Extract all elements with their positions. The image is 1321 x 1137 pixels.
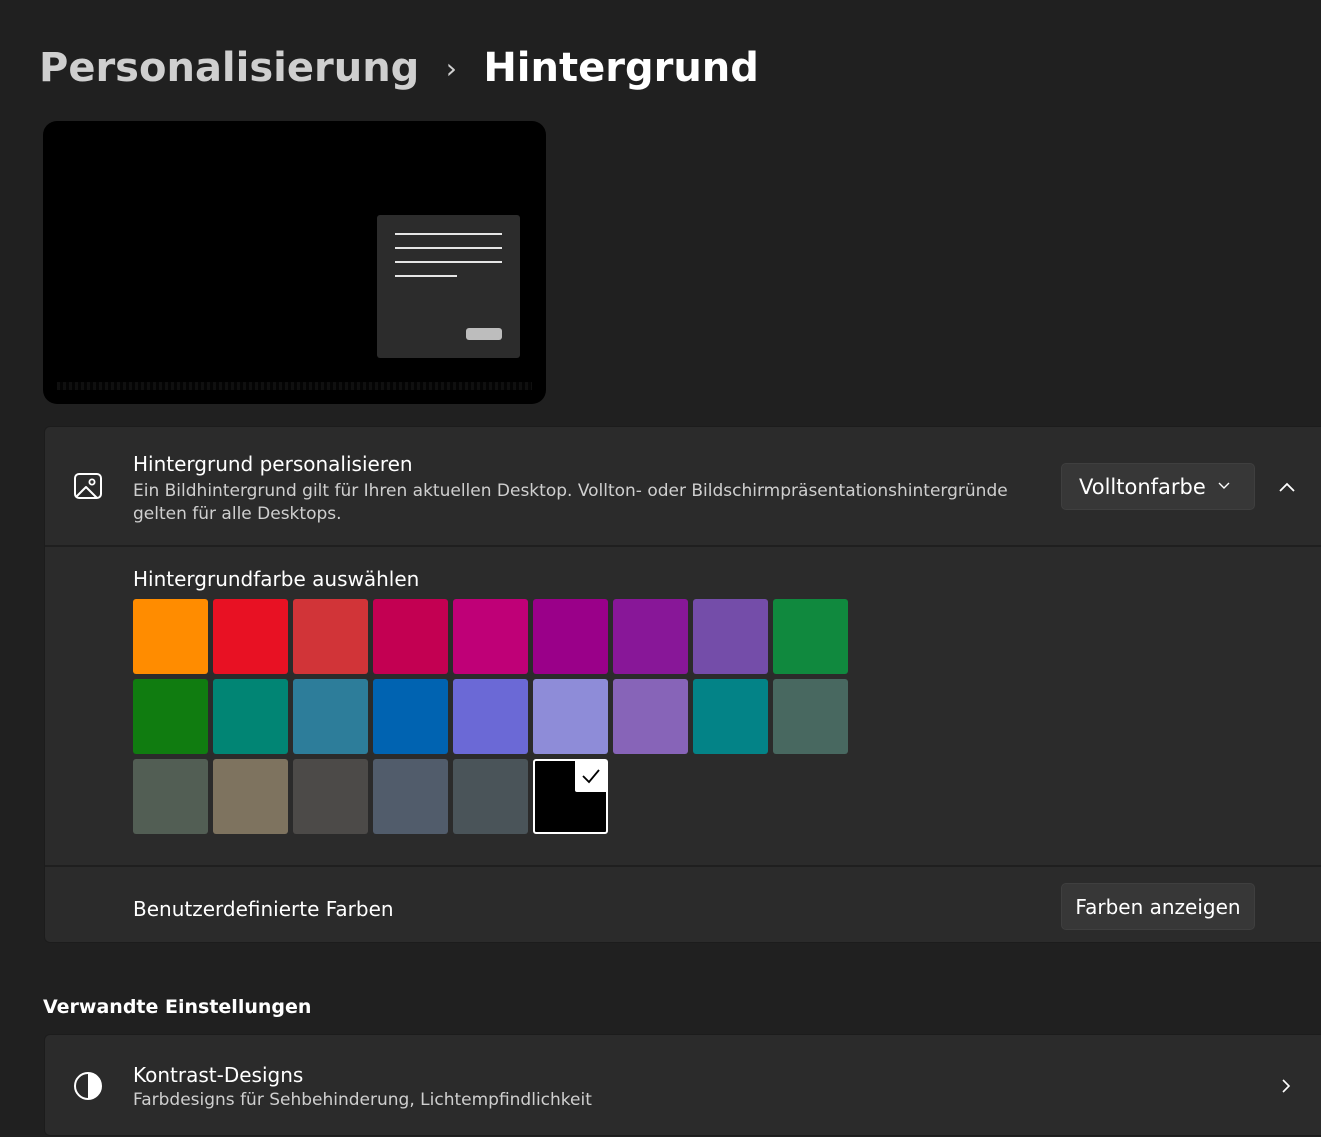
personalize-description: Ein Bildhintergrund gilt für Ihren aktue… — [133, 481, 1008, 524]
custom-colors-row: Benutzerdefinierte Farben Farben anzeige… — [45, 869, 1321, 944]
color-picker-title: Hintergrundfarbe auswählen — [133, 567, 420, 591]
color-swatch[interactable] — [133, 599, 208, 674]
color-swatch[interactable] — [773, 599, 848, 674]
contrast-designs-title: Kontrast-Designs — [133, 1063, 304, 1087]
contrast-icon — [74, 1072, 102, 1100]
color-swatch[interactable] — [373, 759, 448, 834]
color-swatch[interactable] — [133, 759, 208, 834]
personalize-title: Hintergrund personalisieren — [133, 452, 413, 476]
preview-taskbar — [57, 382, 532, 390]
color-swatch[interactable] — [213, 759, 288, 834]
custom-colors-label: Benutzerdefinierte Farben — [133, 897, 394, 921]
color-swatch-grid — [133, 599, 848, 834]
contrast-designs-description: Farbdesigns für Sehbehinderung, Lichtemp… — [133, 1090, 592, 1110]
preview-text-line — [395, 233, 502, 235]
desktop-preview — [43, 121, 546, 404]
related-settings-heading: Verwandte Einstellungen — [43, 996, 312, 1018]
background-color-section: Hintergrundfarbe auswählen — [45, 549, 1321, 867]
color-swatch[interactable] — [213, 679, 288, 754]
show-colors-button[interactable]: Farben anzeigen — [1061, 883, 1255, 930]
color-swatch[interactable] — [373, 679, 448, 754]
color-swatch[interactable] — [133, 679, 208, 754]
personalize-background-row[interactable]: Hintergrund personalisieren Ein Bildhint… — [45, 427, 1321, 547]
color-swatch[interactable] — [533, 599, 608, 674]
color-swatch[interactable] — [613, 679, 688, 754]
background-type-dropdown[interactable]: Volltonfarbe — [1061, 463, 1255, 510]
preview-button — [466, 328, 502, 340]
color-swatch[interactable] — [293, 679, 368, 754]
preview-text-line — [395, 261, 502, 263]
contrast-designs-row[interactable]: Kontrast-Designs Farbdesigns für Sehbehi… — [44, 1034, 1321, 1136]
color-swatch[interactable] — [373, 599, 448, 674]
breadcrumb: Personalisierung › Hintergrund — [39, 40, 759, 96]
color-swatch[interactable] — [533, 679, 608, 754]
color-swatch[interactable] — [293, 599, 368, 674]
color-swatch[interactable] — [693, 599, 768, 674]
preview-text-line — [395, 275, 457, 277]
image-icon — [74, 473, 102, 499]
color-swatch-selected[interactable] — [533, 759, 608, 834]
color-swatch[interactable] — [613, 599, 688, 674]
preview-window — [377, 215, 520, 358]
page-title: Hintergrund — [483, 45, 759, 91]
color-swatch[interactable] — [293, 759, 368, 834]
color-swatch[interactable] — [453, 679, 528, 754]
chevron-up-icon[interactable] — [1271, 471, 1303, 503]
breadcrumb-personalisierung[interactable]: Personalisierung — [39, 45, 419, 91]
breadcrumb-separator-icon: › — [445, 51, 457, 85]
chevron-right-icon — [1282, 1079, 1291, 1093]
color-swatch[interactable] — [453, 759, 528, 834]
checkmark-icon — [575, 760, 607, 792]
color-swatch[interactable] — [773, 679, 848, 754]
background-settings-card: Hintergrund personalisieren Ein Bildhint… — [44, 426, 1321, 943]
color-swatch[interactable] — [453, 599, 528, 674]
color-swatch[interactable] — [213, 599, 288, 674]
chevron-down-icon — [1218, 482, 1230, 489]
color-swatch[interactable] — [693, 679, 768, 754]
dropdown-value: Volltonfarbe — [1079, 474, 1206, 499]
preview-text-line — [395, 247, 502, 249]
